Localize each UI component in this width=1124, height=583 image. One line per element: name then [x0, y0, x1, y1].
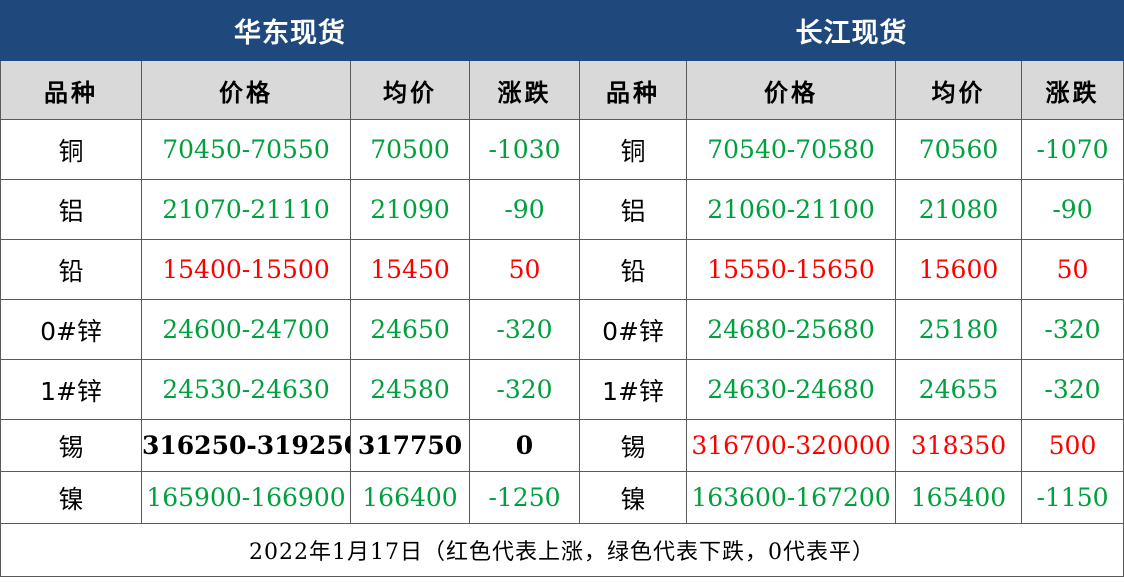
east-price-cell: 21070-21110: [141, 179, 351, 240]
yangtze-avg-cell: 25180: [895, 299, 1022, 360]
yangtze-price-cell: 21060-21100: [686, 179, 896, 240]
metal-cell: 铝: [0, 179, 142, 240]
metal-cell: 铅: [579, 239, 687, 300]
east-change-cell: 50: [469, 239, 580, 300]
yangtze-avg-cell: 15600: [895, 239, 1022, 300]
metal-cell: 铜: [0, 119, 142, 180]
metal-cell: 镍: [0, 471, 142, 524]
east-change-cell: -90: [469, 179, 580, 240]
east-price-cell: 316250-319250: [141, 419, 351, 472]
east-avg-cell: 166400: [350, 471, 470, 524]
metal-cell: 锡: [579, 419, 687, 472]
table-row: 锡 316250-319250 317750 0 锡 316700-320000 31835…: [0, 419, 1124, 472]
east-change-cell: 0: [469, 419, 580, 472]
east-avg-cell: 24650: [350, 299, 470, 360]
metal-cell: 1#锌: [0, 359, 142, 420]
table-row: 铜 70450-70550 70500 -1030 铜 70540-70580 70560-…: [0, 119, 1124, 180]
yangtze-title: 长江现货: [579, 0, 1124, 61]
header-variety: 品种: [579, 60, 687, 120]
header-change: 涨跌: [469, 60, 580, 120]
metal-cell: 铅: [0, 239, 142, 300]
yangtze-price-cell: 163600-167200: [686, 471, 896, 524]
yangtze-change-cell: 50: [1021, 239, 1124, 300]
header-variety: 品种: [0, 60, 142, 120]
yangtze-change-cell: -1150: [1021, 471, 1124, 524]
east-change-cell: -1250: [469, 471, 580, 524]
east-price-cell: 24600-24700: [141, 299, 351, 360]
yangtze-price-cell: 316700-320000: [686, 419, 896, 472]
east-change-cell: -320: [469, 359, 580, 420]
yangtze-price-cell: 15550-15650: [686, 239, 896, 300]
metal-cell: 镍: [579, 471, 687, 524]
east-price-cell: 70450-70550: [141, 119, 351, 180]
header-price: 价格: [141, 60, 351, 120]
header-avg: 均价: [895, 60, 1022, 120]
footer-row: 2022年1月17日（红色代表上涨，绿色代表下跌，0代表平）: [0, 523, 1124, 577]
yangtze-price-cell: 24630-24680: [686, 359, 896, 420]
east-avg-cell: 70500: [350, 119, 470, 180]
table-row: 铅 15400-15500 15450 50 铅 15550-15650 15600 50: [0, 239, 1124, 300]
header-change: 涨跌: [1021, 60, 1124, 120]
metal-cell: 0#锌: [579, 299, 687, 360]
yangtze-avg-cell: 21080: [895, 179, 1022, 240]
east-avg-cell: 24580: [350, 359, 470, 420]
yangtze-change-cell: -1070: [1021, 119, 1124, 180]
east-change-cell: -1030: [469, 119, 580, 180]
east-price-cell: 24530-24630: [141, 359, 351, 420]
east-price-cell: 15400-15500: [141, 239, 351, 300]
east-avg-cell: 317750: [350, 419, 470, 472]
east-price-cell: 165900-166900: [141, 471, 351, 524]
column-header-row: 品种 价格 均价 涨跌 品种 价格 均价 涨跌: [0, 60, 1124, 120]
yangtze-price-cell: 70540-70580: [686, 119, 896, 180]
yangtze-avg-cell: 70560: [895, 119, 1022, 180]
metal-cell: 铜: [579, 119, 687, 180]
market-title-row: 华东现货 长江现货: [0, 0, 1124, 61]
metal-cell: 0#锌: [0, 299, 142, 360]
table-row: 0#锌 24600-24700 24650 -320 0#锌 24680-25680 251…: [0, 299, 1124, 360]
east-china-title: 华东现货: [0, 0, 580, 61]
yangtze-change-cell: -90: [1021, 179, 1124, 240]
table-row: 1#锌 24530-24630 24580 -320 1#锌 24630-24680 246…: [0, 359, 1124, 420]
yangtze-avg-cell: 24655: [895, 359, 1022, 420]
east-avg-cell: 15450: [350, 239, 470, 300]
east-change-cell: -320: [469, 299, 580, 360]
metal-cell: 锡: [0, 419, 142, 472]
spot-price-table: 华东现货 长江现货 品种 价格 均价 涨跌 品种 价格 均价 涨跌 铜 70450…: [0, 0, 1124, 577]
yangtze-change-cell: 500: [1021, 419, 1124, 472]
metal-cell: 1#锌: [579, 359, 687, 420]
metal-cell: 铝: [579, 179, 687, 240]
yangtze-change-cell: -320: [1021, 359, 1124, 420]
header-avg: 均价: [350, 60, 470, 120]
table-row: 铝 21070-21110 21090 -90 铝 21060-21100 21080 -90: [0, 179, 1124, 240]
table-row: 镍 165900-166900 166400 -1250 镍 163600-167200 1…: [0, 471, 1124, 524]
yangtze-change-cell: -320: [1021, 299, 1124, 360]
footer-note: 2022年1月17日（红色代表上涨，绿色代表下跌，0代表平）: [0, 523, 1124, 577]
yangtze-avg-cell: 318350: [895, 419, 1022, 472]
header-price: 价格: [686, 60, 896, 120]
east-avg-cell: 21090: [350, 179, 470, 240]
yangtze-price-cell: 24680-25680: [686, 299, 896, 360]
yangtze-avg-cell: 165400: [895, 471, 1022, 524]
